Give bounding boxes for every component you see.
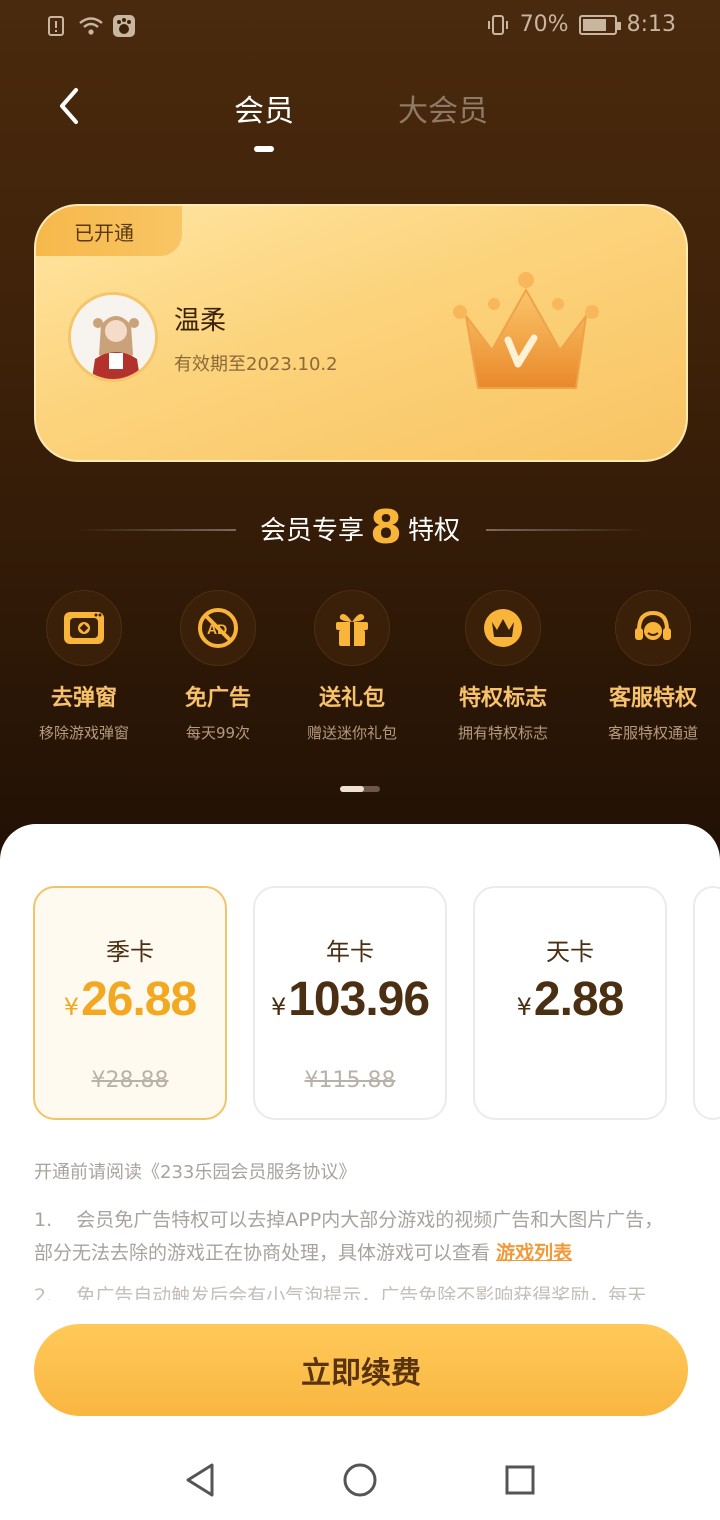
feature-title: 特权标志 — [458, 686, 547, 711]
original-price: ¥28.88 — [91, 1068, 169, 1093]
member-card: 已开通 温柔 有效期至2023.10.2 — [34, 204, 688, 462]
svg-text:AD: AD — [207, 621, 227, 637]
popup-remove-icon — [46, 590, 122, 666]
circle-home-icon — [343, 1463, 377, 1497]
plan-card-partial[interactable] — [693, 886, 720, 1120]
activated-badge: 已开通 — [36, 206, 182, 256]
plan-price: ¥26.88 — [35, 972, 225, 1027]
status-bar: 70% 8:13 — [0, 0, 720, 56]
crown-badge-icon — [465, 590, 541, 666]
plan-card-yearly[interactable]: 年卡 ¥103.96 ¥115.88 — [253, 886, 447, 1120]
plan-price: ¥2.88 — [475, 972, 665, 1027]
feature-gift[interactable]: 送礼包 赠送迷你礼包 — [277, 590, 427, 743]
headset-icon — [615, 590, 691, 666]
privileges-header: 会员专享 8 特权 — [0, 496, 720, 556]
status-left — [44, 14, 136, 38]
expiry-date: 有效期至2023.10.2 — [174, 354, 338, 375]
carousel-page-indicator — [340, 786, 380, 792]
no-ad-icon: AD — [180, 590, 256, 666]
system-nav-bar — [0, 1440, 720, 1520]
feature-customer-service[interactable]: 客服特权 客服特权通道 — [578, 590, 720, 743]
triangle-back-icon — [186, 1463, 214, 1497]
note-2: 2. 免广告自动触发后会有小气泡提示，广告免除不影响获得奖励，每天 — [34, 1285, 647, 1300]
crown-icon — [446, 268, 606, 398]
sim-alert-icon — [44, 14, 68, 38]
feature-privilege-badge[interactable]: 特权标志 拥有特权标志 — [428, 590, 578, 743]
status-right: 70% 8:13 — [486, 12, 676, 37]
wifi-icon — [78, 14, 103, 38]
nav-back-button[interactable] — [180, 1460, 220, 1500]
divider-right — [486, 529, 646, 531]
feature-no-ads[interactable]: AD 免广告 每天99次 — [143, 590, 293, 743]
currency-symbol: ¥ — [63, 993, 80, 1021]
chevron-left-icon — [60, 88, 78, 124]
purchase-sheet: 季卡 ¥26.88 ¥28.88 年卡 ¥103.96 ¥115.88 天卡 ¥… — [0, 824, 720, 1520]
privileges-title-prefix: 会员专享 — [259, 516, 364, 546]
battery-icon — [578, 14, 621, 35]
feature-title: 免广告 — [184, 686, 251, 711]
member-name: 温柔 — [174, 306, 227, 336]
clock: 8:13 — [626, 12, 676, 37]
price-amount: 103.96 — [288, 973, 430, 1026]
baidu-app-icon — [112, 14, 136, 38]
price-amount: 26.88 — [81, 973, 197, 1026]
gift-icon — [314, 590, 390, 666]
feature-subtitle: 移除游戏弹窗 — [38, 724, 129, 742]
renew-now-button[interactable]: 立即续费 — [34, 1324, 688, 1416]
tab-big-member[interactable]: 大会员 — [398, 86, 488, 130]
active-tab-indicator — [254, 146, 274, 152]
nav-recents-button[interactable] — [500, 1460, 540, 1500]
square-recents-icon — [505, 1465, 535, 1495]
plan-name: 年卡 — [326, 938, 374, 966]
privileges-title: 会员专享 8 特权 — [0, 500, 720, 554]
feature-title: 送礼包 — [318, 686, 385, 711]
feature-title: 去弹窗 — [50, 686, 117, 711]
avatar[interactable] — [68, 292, 158, 382]
original-price: ¥115.88 — [304, 1068, 396, 1093]
tab-member[interactable]: 会员 — [234, 86, 294, 130]
plan-name: 季卡 — [106, 938, 154, 966]
back-button[interactable] — [44, 80, 92, 132]
price-amount: 2.88 — [533, 973, 624, 1026]
feature-subtitle: 赠送迷你礼包 — [306, 724, 397, 742]
plan-card-quarterly[interactable]: 季卡 ¥26.88 ¥28.88 — [33, 886, 227, 1120]
plan-card-daily[interactable]: 天卡 ¥2.88 — [473, 886, 667, 1120]
nav-home-button[interactable] — [340, 1460, 380, 1500]
vibrate-icon — [486, 13, 510, 37]
note-1: 1. 会员免广告特权可以去掉APP内大部分游戏的视频广告和大图片广告，部分无法去… — [34, 1204, 664, 1270]
feature-subtitle: 客服特权通道 — [607, 724, 698, 742]
agreement-link[interactable]: 开通前请阅读《233乐园会员服务协议》 — [34, 1158, 356, 1184]
feature-subtitle: 每天99次 — [185, 724, 251, 742]
feature-remove-popup[interactable]: 去弹窗 移除游戏弹窗 — [9, 590, 159, 743]
battery-percent: 70% — [519, 12, 569, 37]
currency-symbol: ¥ — [516, 993, 532, 1021]
feature-subtitle: 拥有特权标志 — [457, 724, 548, 742]
game-list-link[interactable]: 游戏列表 — [496, 1242, 572, 1264]
plan-price: ¥103.96 — [255, 972, 445, 1027]
feature-title: 客服特权 — [608, 686, 697, 711]
currency-symbol: ¥ — [270, 993, 287, 1021]
plan-name: 天卡 — [546, 938, 594, 966]
privileges-count: 8 — [369, 500, 402, 554]
privileges-title-suffix: 特权 — [408, 516, 461, 546]
